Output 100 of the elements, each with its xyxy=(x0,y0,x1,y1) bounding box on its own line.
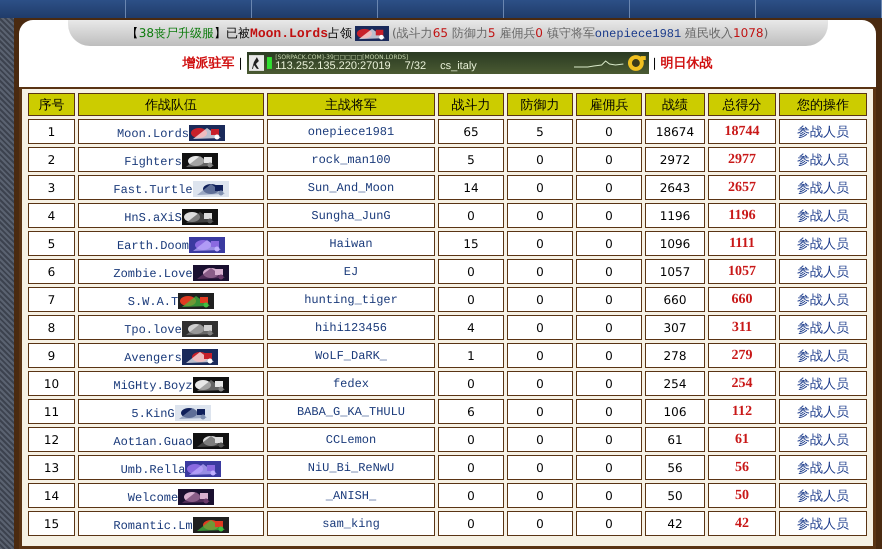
defense-cell: 0 xyxy=(507,371,573,396)
defense-cell: 0 xyxy=(507,259,573,284)
attack-cell: 1 xyxy=(438,343,504,368)
participants-link[interactable]: 参战人员 xyxy=(797,124,849,140)
column-header: 总得分 xyxy=(708,93,776,116)
column-header: 雇佣兵 xyxy=(576,93,642,116)
total-score-cell: 2657 xyxy=(708,175,776,200)
total-score-cell: 2977 xyxy=(708,147,776,172)
participants-link[interactable]: 参战人员 xyxy=(797,404,849,420)
column-header: 您的操作 xyxy=(779,93,867,116)
defense-cell: 0 xyxy=(507,231,573,256)
total-score-cell: 254 xyxy=(708,371,776,396)
team-name[interactable]: Welcome xyxy=(128,486,178,504)
participants-link[interactable]: 参战人员 xyxy=(797,264,849,280)
participants-link[interactable]: 参战人员 xyxy=(797,460,849,476)
participants-link[interactable]: 参战人员 xyxy=(797,320,849,336)
record-cell: 106 xyxy=(645,399,705,424)
defense-cell: 0 xyxy=(507,175,573,200)
map-name: cs_italy xyxy=(440,60,477,72)
record-cell: 61 xyxy=(645,427,705,452)
server-address: 113.252.135.220:27019 xyxy=(275,60,391,72)
general-cell: BABA_G_KA_THULU xyxy=(267,399,435,424)
participants-link[interactable]: 参战人员 xyxy=(797,516,849,532)
rank-cell: 15 xyxy=(28,511,75,536)
defense-cell: 0 xyxy=(507,399,573,424)
record-cell: 2972 xyxy=(645,147,705,172)
general-cell: EJ xyxy=(267,259,435,284)
defense-cell: 0 xyxy=(507,427,573,452)
defense-cell: 5 xyxy=(507,119,573,144)
mercenary-cell: 0 xyxy=(576,119,642,144)
record-cell: 278 xyxy=(645,343,705,368)
attack-cell: 0 xyxy=(438,287,504,312)
general-cell: Sungha_JunG xyxy=(267,203,435,228)
rank-cell: 13 xyxy=(28,455,75,480)
status-icon xyxy=(267,57,272,69)
truce-link[interactable]: 明日休战 xyxy=(660,54,713,72)
attack-cell: 4 xyxy=(438,315,504,340)
mercenary-cell: 0 xyxy=(576,343,642,368)
rank-cell: 7 xyxy=(28,287,75,312)
reinforce-link[interactable]: 增派驻军 xyxy=(182,54,234,72)
team-name[interactable]: S.W.A.T xyxy=(128,290,178,308)
defense-cell: 0 xyxy=(507,483,573,508)
column-header: 防御力 xyxy=(507,93,573,116)
record-cell: 50 xyxy=(645,483,705,508)
participants-link[interactable]: 参战人员 xyxy=(797,152,849,168)
mercenary-cell: 0 xyxy=(576,175,642,200)
record-cell: 1057 xyxy=(645,259,705,284)
attack-cell: 14 xyxy=(438,175,504,200)
participants-link[interactable]: 参战人员 xyxy=(797,432,849,448)
attack-cell: 0 xyxy=(438,455,504,480)
record-cell: 18674 xyxy=(645,119,705,144)
general-cell: rock_man100 xyxy=(267,147,435,172)
mercenary-cell: 0 xyxy=(576,287,642,312)
team-name[interactable]: 5.KinG xyxy=(131,402,175,420)
record-cell: 1096 xyxy=(645,231,705,256)
mercenary-cell: 0 xyxy=(576,315,642,340)
participants-link[interactable]: 参战人员 xyxy=(797,292,849,308)
column-header: 主战将军 xyxy=(267,93,435,116)
occupation-stats: (战斗力 65 防御力5 雇佣兵0 镇守将军onepiece1981 殖民收入1078) xyxy=(392,24,768,42)
mercenary-cell: 0 xyxy=(576,455,642,480)
participants-link[interactable]: 参战人员 xyxy=(797,348,849,364)
attack-cell: 0 xyxy=(438,203,504,228)
general-cell: hihi123456 xyxy=(267,315,435,340)
total-score-cell: 56 xyxy=(708,455,776,480)
participants-link[interactable]: 参战人员 xyxy=(797,376,849,392)
rank-cell: 11 xyxy=(28,399,75,424)
mercenary-cell: 0 xyxy=(576,399,642,424)
rank-cell: 8 xyxy=(28,315,75,340)
participants-link[interactable]: 参战人员 xyxy=(797,236,849,252)
mercenary-cell: 0 xyxy=(576,147,642,172)
column-header: 序号 xyxy=(28,93,75,116)
participants-link[interactable]: 参战人员 xyxy=(797,180,849,196)
mercenary-cell: 0 xyxy=(576,483,642,508)
total-score-cell: 50 xyxy=(708,483,776,508)
mercenary-cell: 0 xyxy=(576,203,642,228)
total-score-cell: 1111 xyxy=(708,231,776,256)
participants-link[interactable]: 参战人员 xyxy=(797,488,849,504)
attack-cell: 0 xyxy=(438,511,504,536)
column-header: 战斗力 xyxy=(438,93,504,116)
column-header: 战绩 xyxy=(645,93,705,116)
mercenary-cell: 0 xyxy=(576,427,642,452)
rank-cell: 3 xyxy=(28,175,75,200)
occupation-notice: 【38丧尸升级服】已被Moon.Lords占领 xyxy=(126,24,352,42)
record-cell: 307 xyxy=(645,315,705,340)
general-cell: _ANISH_ xyxy=(267,483,435,508)
attack-cell: 15 xyxy=(438,231,504,256)
general-cell: fedex xyxy=(267,371,435,396)
total-score-cell: 1057 xyxy=(708,259,776,284)
general-cell: WoLF_DaRK_ xyxy=(267,343,435,368)
record-cell: 1196 xyxy=(645,203,705,228)
rank-cell: 9 xyxy=(28,343,75,368)
total-score-cell: 279 xyxy=(708,343,776,368)
attack-cell: 65 xyxy=(438,119,504,144)
record-cell: 42 xyxy=(645,511,705,536)
attack-cell: 6 xyxy=(438,399,504,424)
participants-link[interactable]: 参战人员 xyxy=(797,208,849,224)
rank-cell: 2 xyxy=(28,147,75,172)
total-score-cell: 61 xyxy=(708,427,776,452)
total-score-cell: 660 xyxy=(708,287,776,312)
defense-cell: 0 xyxy=(507,203,573,228)
